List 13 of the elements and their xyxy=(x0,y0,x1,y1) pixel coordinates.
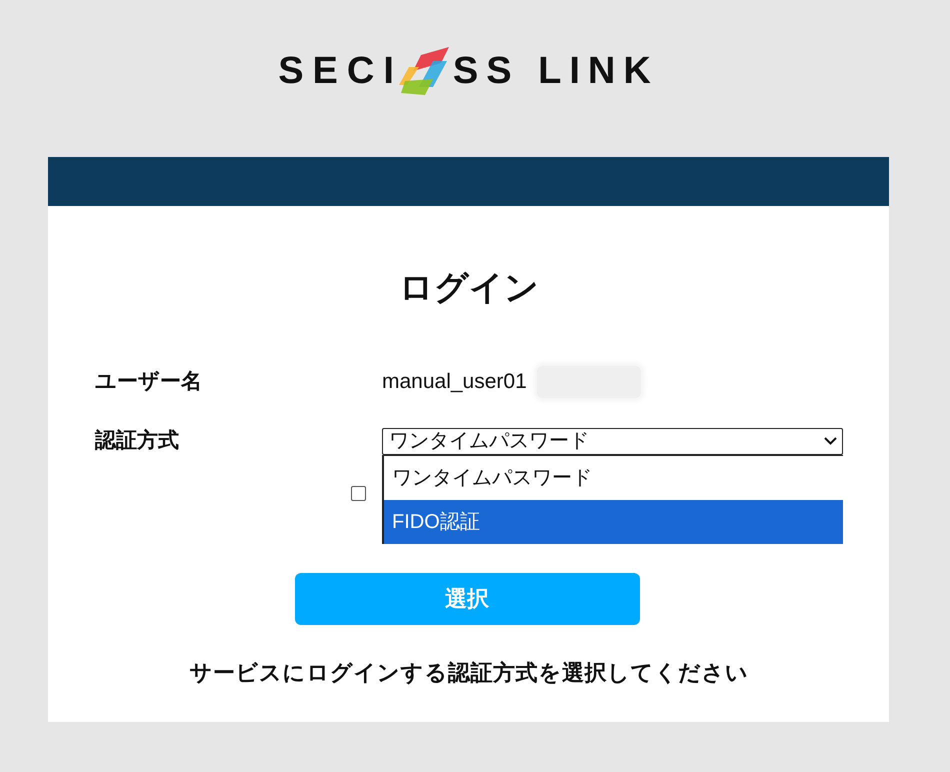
page-title: ログイン xyxy=(398,268,540,308)
logo-text: SS LINK xyxy=(452,48,659,92)
chevron-down-icon xyxy=(824,437,837,445)
logo-mark-icon xyxy=(396,44,451,96)
checkbox[interactable] xyxy=(351,486,366,500)
instruction-text: サービスにログインする認証方式を選択してください xyxy=(188,659,750,687)
dropdown-option[interactable]: FIDO認証 xyxy=(384,500,843,544)
method-select[interactable]: ワンタイムパスワード xyxy=(382,428,843,454)
field-label: 認証方式 xyxy=(95,428,180,454)
username-value: manual_user01 xyxy=(382,369,527,395)
field-label: ユーザー名 xyxy=(95,369,203,395)
dropdown-option[interactable]: ワンタイムパスワード xyxy=(384,456,843,500)
logo-text: SECI xyxy=(278,48,403,92)
